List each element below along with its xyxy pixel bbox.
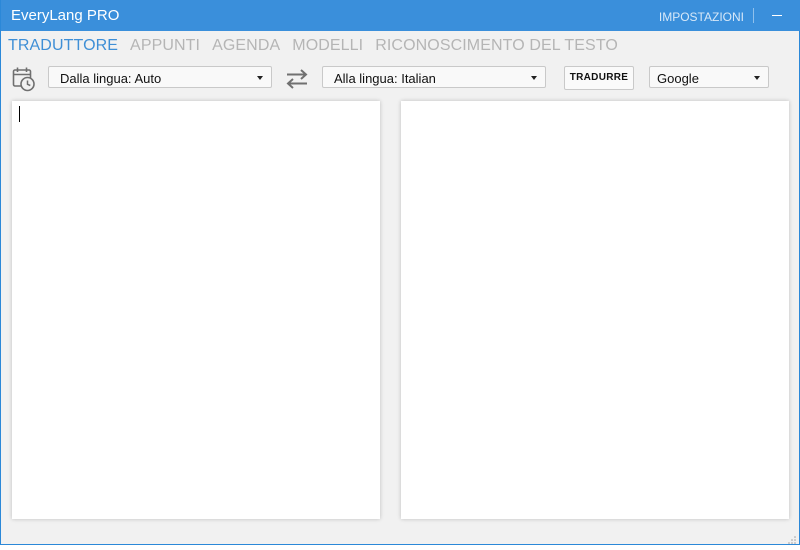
tab-text-recognition[interactable]: RICONOSCIMENTO DEL TESTO — [375, 37, 618, 57]
engine-value: Google — [657, 71, 699, 86]
from-language-value: Dalla lingua: Auto — [60, 71, 162, 86]
swap-arrows-icon[interactable] — [284, 68, 310, 90]
app-title: EveryLang PRO — [11, 7, 120, 24]
tab-translator[interactable]: TRADUTTORE — [8, 37, 118, 57]
to-language-value: Alla lingua: Italian — [334, 71, 436, 86]
translate-button[interactable]: TRADURRE — [564, 66, 634, 90]
caret-down-icon — [531, 76, 537, 80]
caret-down-icon — [754, 76, 760, 80]
main-tabs: TRADUTTORE APPUNTI AGENDA MODELLI RICONO… — [8, 37, 630, 57]
text-cursor — [19, 106, 20, 122]
title-separator — [753, 8, 754, 23]
tab-templates[interactable]: MODELLI — [292, 37, 363, 57]
engine-select[interactable]: Google — [649, 66, 769, 88]
app-window: EveryLang PRO IMPOSTAZIONI TRADUTTORE AP… — [0, 0, 800, 545]
source-text-area[interactable] — [12, 101, 380, 519]
settings-link[interactable]: IMPOSTAZIONI — [659, 10, 744, 24]
translation-output-area[interactable] — [401, 101, 789, 519]
caret-down-icon — [257, 76, 263, 80]
tab-agenda[interactable]: AGENDA — [212, 37, 280, 57]
resize-grip-icon[interactable] — [787, 532, 797, 544]
calendar-clock-icon[interactable] — [12, 66, 36, 92]
to-language-select[interactable]: Alla lingua: Italian — [322, 66, 546, 88]
title-bar: EveryLang PRO IMPOSTAZIONI — [1, 0, 800, 31]
translator-toolbar: Dalla lingua: Auto Alla lingua: Italian … — [1, 64, 800, 94]
from-language-select[interactable]: Dalla lingua: Auto — [48, 66, 272, 88]
tab-clipboard[interactable]: APPUNTI — [130, 37, 200, 57]
minimize-icon[interactable] — [767, 6, 787, 24]
